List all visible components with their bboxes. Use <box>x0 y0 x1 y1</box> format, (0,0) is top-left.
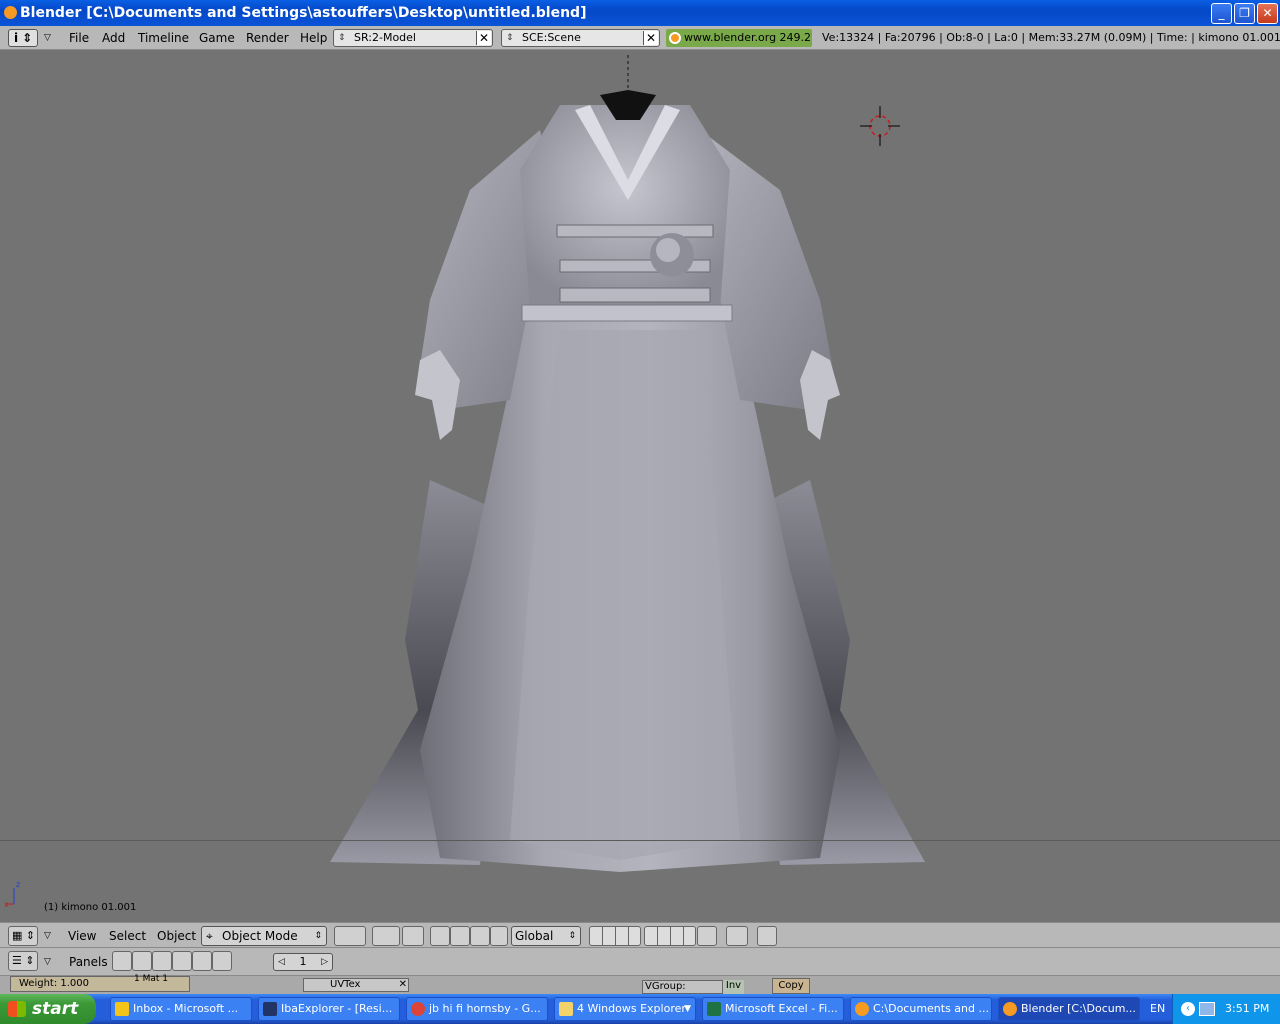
buttons-window: ☰ ⇕ ▽ Panels ◁ 1 ▷ Weight: 1.000 1 Mat 1… <box>0 948 1280 994</box>
task-chrome[interactable]: jb hi fi hornsby - G... <box>406 997 548 1021</box>
vgroup-invert-button[interactable]: Inv <box>722 980 744 994</box>
minimize-button[interactable]: _ <box>1211 3 1232 24</box>
delete-scene-icon[interactable]: ✕ <box>643 31 658 45</box>
current-frame-field[interactable]: ◁ 1 ▷ <box>273 953 333 971</box>
scene-selector[interactable]: ⇕ SCE:Scene ✕ <box>501 29 660 47</box>
task-ibaexplorer[interactable]: IbaExplorer - [Resi... <box>258 997 400 1021</box>
info-header: i ⇕ ▽ File Add Timeline Game Render Help… <box>0 26 1280 50</box>
task-windows-explorer[interactable]: 4 Windows Explorer ▼ <box>554 997 696 1021</box>
task-outlook[interactable]: Inbox - Microsoft ... <box>110 997 252 1021</box>
task-blender-console[interactable]: C:\Documents and ... <box>850 997 992 1021</box>
blender-logo-icon <box>669 32 681 44</box>
restore-button[interactable]: ❐ <box>1234 3 1255 24</box>
copy-button[interactable]: Copy <box>772 978 810 994</box>
3d-view-header: ▦ ⇕ ▽ View Select Object ⌖ Object Mode ⇕… <box>0 922 1280 948</box>
collapse-header-icon[interactable]: ▽ <box>44 26 51 50</box>
menu-add[interactable]: Add <box>102 26 125 50</box>
object-mode-icon: ⌖ <box>206 929 213 943</box>
menu-game[interactable]: Game <box>199 26 235 50</box>
taskbar: start Inbox - Microsoft ... IbaExplorer … <box>0 994 1280 1024</box>
active-object-label: (1) kimono 01.001 <box>44 902 137 913</box>
system-tray: ‹ 3:51 PM <box>1172 994 1280 1024</box>
menu-render[interactable]: Render <box>246 26 289 50</box>
chevron-down-icon: ▼ <box>684 1004 691 1014</box>
blender-logo-icon <box>1003 1002 1017 1016</box>
axis-x-label: x <box>4 900 9 909</box>
blender-logo-icon <box>855 1002 869 1016</box>
chevron-right-icon[interactable]: ▷ <box>321 954 328 970</box>
lock-layers-icon[interactable] <box>697 926 717 946</box>
transform-orientation-selector[interactable]: Global ⇕ <box>511 926 581 946</box>
collapse-header-icon[interactable]: ▽ <box>44 923 51 949</box>
menu-file[interactable]: File <box>69 26 89 50</box>
ibaexplorer-icon <box>263 1002 277 1016</box>
menu-view[interactable]: View <box>68 923 96 949</box>
scene-stats: Ve:13324 | Fa:20796 | Ob:8-0 | La:0 | Me… <box>822 31 1280 44</box>
menu-object[interactable]: Object <box>157 923 196 949</box>
chrome-icon <box>411 1002 425 1016</box>
buttons-type-selector[interactable]: ☰ ⇕ <box>8 951 38 971</box>
layer-buttons-1[interactable] <box>589 926 641 946</box>
folder-icon <box>559 1002 573 1016</box>
collapse-header-icon[interactable]: ▽ <box>44 948 51 976</box>
render-preview-icon[interactable] <box>757 926 777 946</box>
windows-logo-icon <box>8 1001 26 1017</box>
draw-type-selector[interactable] <box>334 926 366 946</box>
script-context-icon[interactable] <box>132 951 152 971</box>
view-type-selector[interactable]: ▦ ⇕ <box>8 926 38 946</box>
delete-screen-icon[interactable]: ✕ <box>476 31 491 45</box>
menu-help[interactable]: Help <box>300 26 327 50</box>
task-blender[interactable]: Blender [C:\Docum... <box>998 997 1140 1021</box>
manipulator-toggle[interactable] <box>402 926 424 946</box>
scale-manipulator-icon[interactable] <box>490 926 508 946</box>
blender-logo-icon <box>4 6 17 19</box>
uvtex-field[interactable]: UVTex ✕ <box>303 978 409 992</box>
3d-viewport[interactable]: z x (1) kimono 01.001 <box>0 50 1280 922</box>
rotate-manipulator-icon[interactable] <box>470 926 490 946</box>
object-context-icon[interactable] <box>172 951 192 971</box>
editing-context-icon[interactable] <box>192 951 212 971</box>
chevron-left-icon[interactable]: ◁ <box>278 954 285 970</box>
close-button[interactable]: ✕ <box>1257 3 1278 24</box>
updown-arrows-icon: ⇕ <box>314 931 322 941</box>
hand-grab-icon[interactable] <box>430 926 450 946</box>
snap-magnet-icon[interactable] <box>726 926 748 946</box>
3d-cursor-icon[interactable] <box>858 104 902 148</box>
buttons-header: ☰ ⇕ ▽ Panels ◁ 1 ▷ <box>0 948 1280 976</box>
clock[interactable]: 3:51 PM <box>1225 994 1269 1024</box>
task-excel[interactable]: Microsoft Excel - Fi... <box>702 997 844 1021</box>
material-index[interactable]: 1 Mat 1 <box>134 974 168 984</box>
updown-arrows-icon: ⇕ <box>568 931 576 941</box>
ground-line <box>0 840 1280 841</box>
translate-manipulator-icon[interactable] <box>450 926 470 946</box>
kimono-model <box>330 55 925 872</box>
pivot-selector[interactable] <box>372 926 400 946</box>
language-indicator[interactable]: EN <box>1150 994 1165 1024</box>
delete-uvtex-icon[interactable]: ✕ <box>399 979 407 991</box>
layer-buttons-2[interactable] <box>644 926 696 946</box>
start-button[interactable]: start <box>0 994 96 1024</box>
updown-arrows-icon: ⇕ <box>338 33 346 43</box>
menu-timeline[interactable]: Timeline <box>138 26 189 50</box>
window-type-selector[interactable]: i ⇕ <box>8 29 38 47</box>
menu-panels[interactable]: Panels <box>69 948 108 976</box>
blender-website-link[interactable]: www.blender.org 249.2 <box>666 29 812 47</box>
outlook-icon <box>115 1002 129 1016</box>
mode-selector[interactable]: ⌖ Object Mode ⇕ <box>201 926 327 946</box>
window-title: Blender [C:\Documents and Settings\astou… <box>20 5 587 21</box>
tray-expand-icon[interactable]: ‹ <box>1181 1002 1195 1016</box>
screen-selector[interactable]: ⇕ SR:2-Model ✕ <box>333 29 493 47</box>
logic-context-icon[interactable] <box>112 951 132 971</box>
scene-context-icon[interactable] <box>212 951 232 971</box>
shading-context-icon[interactable] <box>152 951 172 971</box>
axis-z-label: z <box>16 880 21 889</box>
excel-icon <box>707 1002 721 1016</box>
window-title-bar[interactable]: Blender [C:\Documents and Settings\astou… <box>0 0 1280 26</box>
network-icon[interactable] <box>1199 1002 1215 1016</box>
menu-select[interactable]: Select <box>109 923 146 949</box>
updown-arrows-icon: ⇕ <box>506 33 514 43</box>
